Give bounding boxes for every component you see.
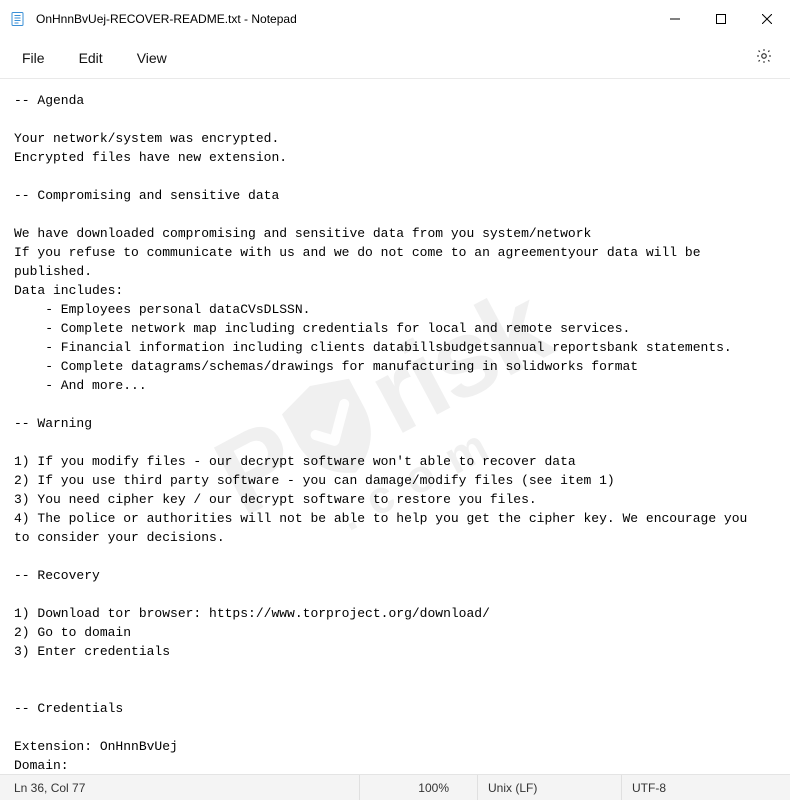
menu-view[interactable]: View bbox=[123, 44, 187, 72]
menubar: File Edit View bbox=[0, 38, 790, 78]
notepad-icon bbox=[10, 11, 26, 27]
status-position: Ln 36, Col 77 bbox=[0, 775, 360, 800]
menu-file[interactable]: File bbox=[8, 44, 65, 72]
menu-edit[interactable]: Edit bbox=[65, 44, 123, 72]
status-line-ending: Unix (LF) bbox=[478, 775, 622, 800]
titlebar: OnHnnBvUej-RECOVER-README.txt - Notepad bbox=[0, 0, 790, 38]
status-zoom: 100% bbox=[360, 775, 478, 800]
maximize-button[interactable] bbox=[698, 0, 744, 38]
gear-icon bbox=[755, 47, 773, 70]
statusbar: Ln 36, Col 77 100% Unix (LF) UTF-8 bbox=[0, 774, 790, 800]
close-button[interactable] bbox=[744, 0, 790, 38]
settings-button[interactable] bbox=[748, 42, 780, 74]
window-title: OnHnnBvUej-RECOVER-README.txt - Notepad bbox=[36, 12, 297, 26]
minimize-button[interactable] bbox=[652, 0, 698, 38]
text-editor[interactable]: -- Agenda Your network/system was encryp… bbox=[0, 79, 790, 774]
editor-area: P risk .com -- Agenda Your network/syste… bbox=[0, 79, 790, 774]
status-encoding: UTF-8 bbox=[622, 775, 790, 800]
